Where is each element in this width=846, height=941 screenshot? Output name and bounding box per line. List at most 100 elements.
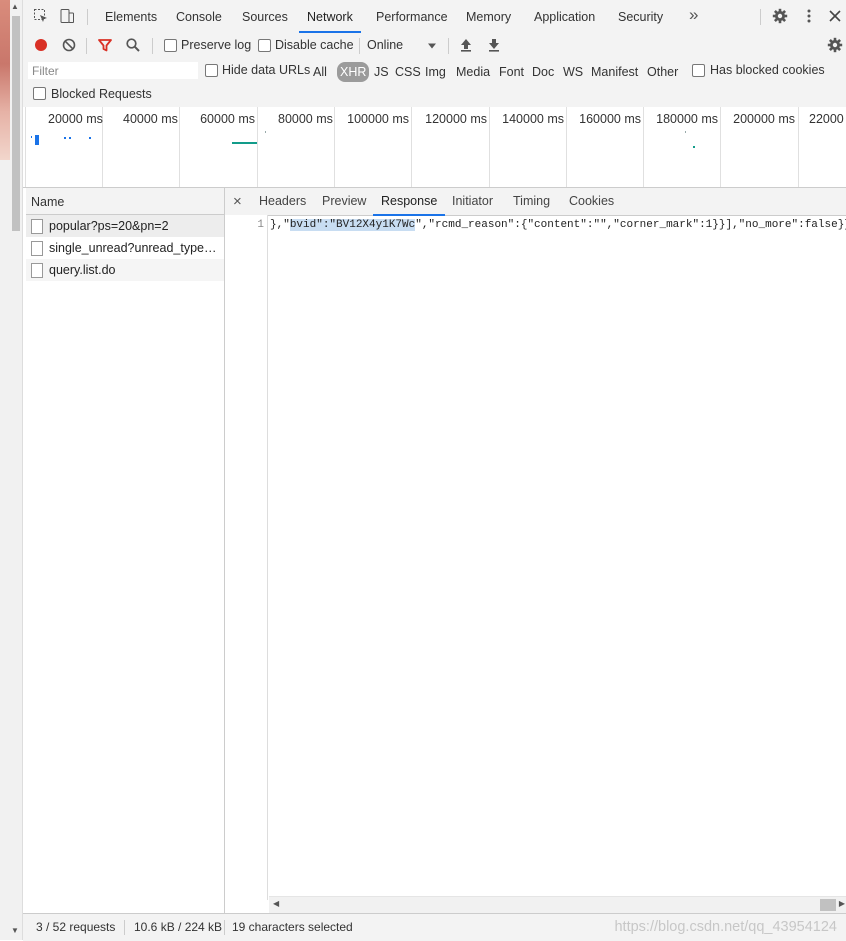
overview-tick-label: 60000 ms bbox=[200, 112, 255, 126]
overview-tick-label: 140000 ms bbox=[502, 112, 564, 126]
disable-cache-checkbox[interactable] bbox=[258, 39, 271, 52]
more-options-kebab-icon[interactable] bbox=[801, 8, 817, 24]
request-count: 3 / 52 requests bbox=[36, 920, 116, 934]
filter-type-manifest[interactable]: Manifest bbox=[591, 64, 638, 80]
filter-type-xhr[interactable]: XHR bbox=[337, 62, 370, 82]
overview-request-mark bbox=[693, 146, 695, 148]
overview-tick-label: 22000 bbox=[809, 112, 844, 126]
scroll-down-arrow-icon[interactable]: ▼ bbox=[11, 926, 19, 935]
page-scrollbar[interactable]: ▲ ▼ bbox=[10, 0, 23, 940]
horizontal-scrollbar-thumb[interactable] bbox=[820, 899, 836, 911]
filter-type-ws[interactable]: WS bbox=[563, 64, 583, 80]
status-bar: 3 / 52 requests 10.6 kB / 224 kB 19 char… bbox=[23, 913, 846, 941]
tab-elements[interactable]: Elements bbox=[97, 0, 165, 31]
selection-status: 19 characters selected bbox=[232, 920, 353, 934]
tab-response[interactable]: Response bbox=[373, 188, 446, 216]
overview-tick-label: 100000 ms bbox=[347, 112, 409, 126]
filter-type-media[interactable]: Media bbox=[456, 64, 490, 80]
filter-input[interactable] bbox=[28, 62, 198, 79]
settings-gear-icon[interactable] bbox=[772, 8, 788, 24]
filter-bar: Hide data URLs All XHR JS CSS Img Media … bbox=[23, 59, 846, 108]
browser-page-edge bbox=[0, 0, 10, 160]
request-details-panel: × Headers Preview Response Initiator Tim… bbox=[225, 188, 846, 913]
network-settings-gear-icon[interactable] bbox=[827, 37, 843, 53]
filter-type-all[interactable]: All bbox=[313, 64, 327, 80]
code-text-after: ","rcmd_reason":{"content":"","corner_ma… bbox=[415, 219, 846, 231]
network-overview-timeline[interactable]: 20000 ms 40000 ms 60000 ms 80000 ms 1000… bbox=[23, 107, 846, 188]
toolbar-divider bbox=[86, 38, 87, 54]
overview-request-mark bbox=[69, 137, 71, 139]
filter-type-js[interactable]: JS bbox=[374, 64, 389, 80]
overview-gridline bbox=[411, 107, 412, 187]
overview-request-mark bbox=[265, 131, 266, 133]
filter-type-doc[interactable]: Doc bbox=[532, 64, 554, 80]
throttling-select[interactable]: Online bbox=[367, 38, 403, 52]
tab-application[interactable]: Application bbox=[526, 0, 603, 31]
close-devtools-icon[interactable] bbox=[827, 8, 843, 24]
tab-initiator[interactable]: Initiator bbox=[444, 188, 501, 214]
overview-gridline bbox=[25, 107, 26, 187]
blocked-requests-label: Blocked Requests bbox=[51, 87, 152, 101]
overview-request-mark bbox=[31, 136, 32, 138]
request-row[interactable]: popular?ps=20&pn=2 bbox=[26, 215, 224, 237]
hide-data-urls-label: Hide data URLs bbox=[222, 63, 311, 77]
request-name: single_unread?unread_type=0... bbox=[49, 241, 221, 255]
overview-gridline bbox=[179, 107, 180, 187]
inspect-element-icon[interactable] bbox=[33, 8, 49, 24]
tab-preview[interactable]: Preview bbox=[314, 188, 374, 214]
import-har-icon[interactable] bbox=[459, 37, 473, 53]
request-row[interactable]: single_unread?unread_type=0... bbox=[26, 237, 224, 259]
tab-cookies[interactable]: Cookies bbox=[561, 188, 622, 214]
requests-column-header[interactable]: Name bbox=[26, 188, 224, 215]
response-code-line[interactable]: },"bvid":"BV12X4y1K7Wc","rcmd_reason":{"… bbox=[270, 219, 846, 231]
name-column-header[interactable]: Name bbox=[31, 195, 64, 209]
filter-type-font[interactable]: Font bbox=[499, 64, 524, 80]
record-icon[interactable] bbox=[33, 37, 49, 53]
tab-memory[interactable]: Memory bbox=[458, 0, 519, 31]
export-har-icon[interactable] bbox=[487, 37, 501, 53]
tab-console[interactable]: Console bbox=[168, 0, 230, 31]
more-tabs-chevron-icon[interactable]: » bbox=[689, 5, 698, 25]
hide-data-urls-checkbox[interactable] bbox=[205, 64, 218, 77]
page-scrollbar-thumb[interactable] bbox=[12, 16, 20, 231]
device-toolbar-icon[interactable] bbox=[59, 8, 75, 24]
request-name: query.list.do bbox=[49, 263, 116, 277]
overview-gridline bbox=[334, 107, 335, 187]
toolbar-divider bbox=[87, 9, 88, 25]
has-blocked-cookies-checkbox[interactable] bbox=[692, 64, 705, 77]
close-details-icon[interactable]: × bbox=[225, 188, 250, 214]
response-horizontal-scrollbar[interactable]: ◀ ▶ bbox=[269, 896, 846, 913]
network-toolbar: Preserve log Disable cache Online bbox=[23, 33, 846, 60]
overview-tick-label: 80000 ms bbox=[278, 112, 333, 126]
filter-type-img[interactable]: Img bbox=[425, 64, 446, 80]
overview-gridline bbox=[257, 107, 258, 187]
blocked-requests-checkbox[interactable] bbox=[33, 87, 46, 100]
scroll-left-arrow-icon[interactable]: ◀ bbox=[273, 899, 279, 908]
overview-gridline bbox=[720, 107, 721, 187]
overview-request-mark bbox=[232, 142, 257, 144]
tab-headers[interactable]: Headers bbox=[251, 188, 314, 214]
clear-icon[interactable] bbox=[61, 37, 77, 53]
filter-funnel-icon[interactable] bbox=[97, 37, 113, 53]
scroll-up-arrow-icon[interactable]: ▲ bbox=[11, 2, 19, 11]
devtools-window: Elements Console Sources Network Perform… bbox=[23, 0, 846, 941]
selected-text-highlight: bvid":"BV12X4y1K7Wc bbox=[289, 219, 416, 231]
has-blocked-cookies-label: Has blocked cookies bbox=[710, 63, 825, 77]
tab-sources[interactable]: Sources bbox=[234, 0, 296, 31]
tab-network[interactable]: Network bbox=[299, 0, 361, 33]
tab-timing[interactable]: Timing bbox=[505, 188, 558, 214]
throttling-dropdown-arrow-icon[interactable] bbox=[427, 41, 437, 51]
preserve-log-checkbox[interactable] bbox=[164, 39, 177, 52]
overview-tick-label: 160000 ms bbox=[579, 112, 641, 126]
overview-tick-label: 200000 ms bbox=[733, 112, 795, 126]
request-row[interactable]: query.list.do bbox=[26, 259, 224, 281]
tab-performance[interactable]: Performance bbox=[368, 0, 456, 31]
overview-request-mark bbox=[35, 135, 39, 145]
scroll-right-arrow-icon[interactable]: ▶ bbox=[839, 899, 845, 908]
toolbar-divider bbox=[448, 38, 449, 54]
filter-type-other[interactable]: Other bbox=[647, 64, 678, 80]
filter-type-css[interactable]: CSS bbox=[395, 64, 421, 80]
search-icon[interactable] bbox=[125, 37, 141, 53]
tab-security[interactable]: Security bbox=[610, 0, 671, 31]
file-icon bbox=[31, 263, 43, 278]
